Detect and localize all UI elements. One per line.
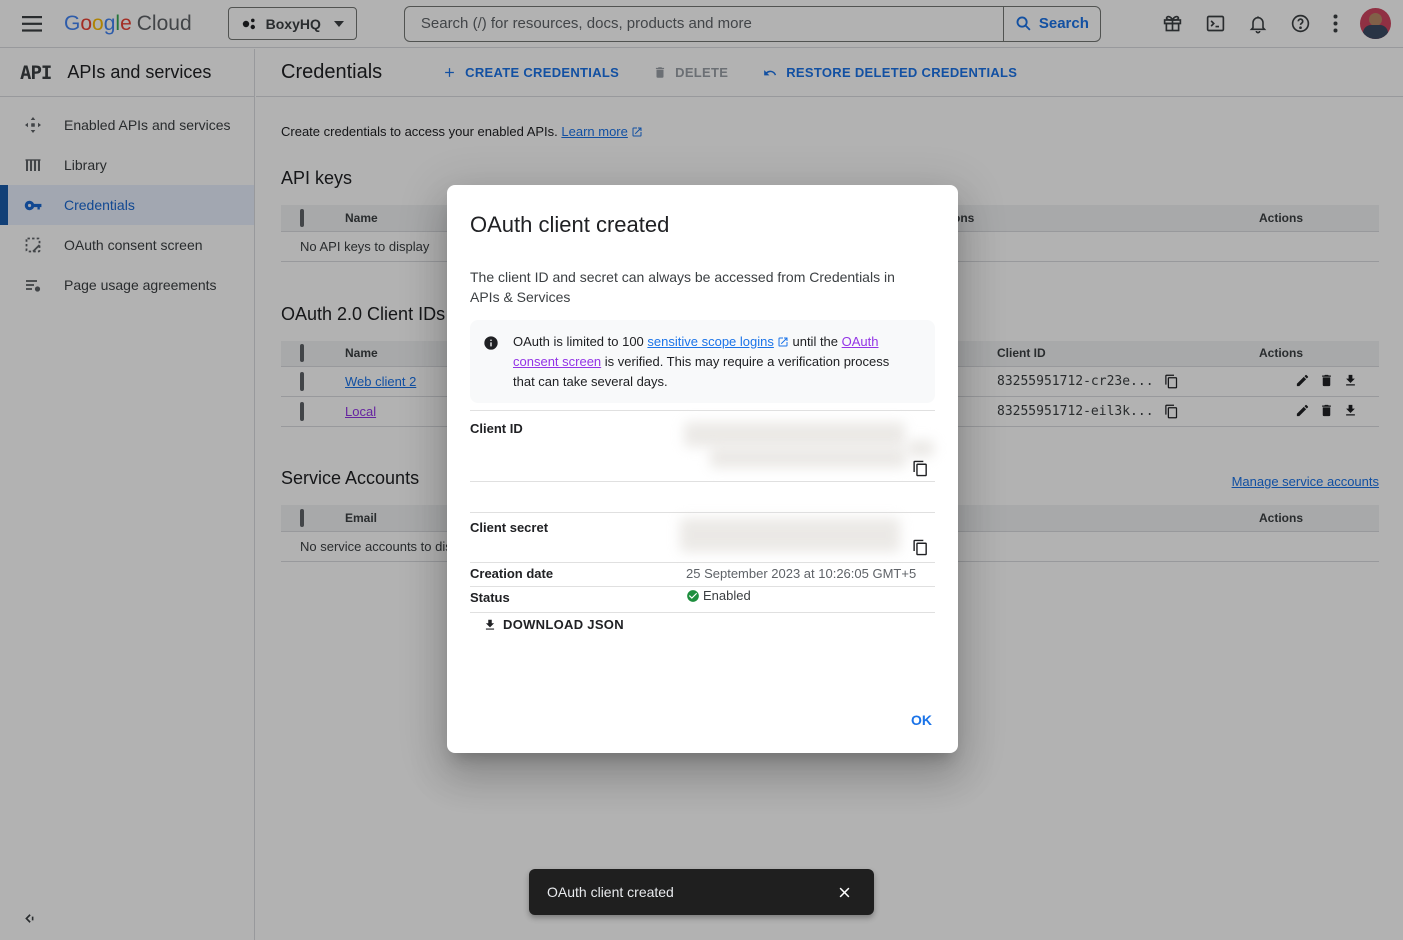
client-secret-redacted-value: [680, 518, 900, 552]
client-id-redacted-value: [684, 422, 905, 447]
close-icon[interactable]: [837, 885, 852, 900]
info-text: OAuth is limited to 100 sensitive scope …: [513, 332, 907, 391]
status-value: Enabled: [703, 588, 751, 603]
snackbar-message: OAuth client created: [547, 884, 674, 900]
snackbar: OAuth client created: [529, 869, 874, 915]
copy-client-id-icon[interactable]: [912, 460, 929, 477]
status-label: Status: [470, 590, 510, 605]
external-link-icon: [777, 336, 789, 348]
info-banner: OAuth is limited to 100 sensitive scope …: [470, 320, 935, 403]
download-json-button[interactable]: DOWNLOAD JSON: [483, 617, 624, 632]
dialog-subtitle: The client ID and secret can always be a…: [470, 267, 920, 307]
creation-date-value: 25 September 2023 at 10:26:05 GMT+5: [686, 566, 916, 581]
sensitive-scope-logins-link[interactable]: sensitive scope logins: [647, 334, 773, 349]
dialog-title: OAuth client created: [470, 212, 669, 238]
client-id-redacted-value: [710, 448, 906, 468]
copy-client-secret-icon[interactable]: [912, 539, 929, 556]
oauth-client-created-dialog: OAuth client created The client ID and s…: [447, 185, 958, 753]
check-circle-icon: [686, 589, 700, 603]
client-id-redacted-value: [908, 440, 934, 457]
info-icon: [483, 335, 499, 391]
client-id-label: Client ID: [470, 421, 523, 436]
download-icon: [483, 618, 497, 632]
status-badge: Enabled: [686, 588, 751, 603]
ok-button[interactable]: OK: [911, 712, 932, 728]
creation-date-label: Creation date: [470, 566, 553, 581]
client-secret-label: Client secret: [470, 520, 548, 535]
